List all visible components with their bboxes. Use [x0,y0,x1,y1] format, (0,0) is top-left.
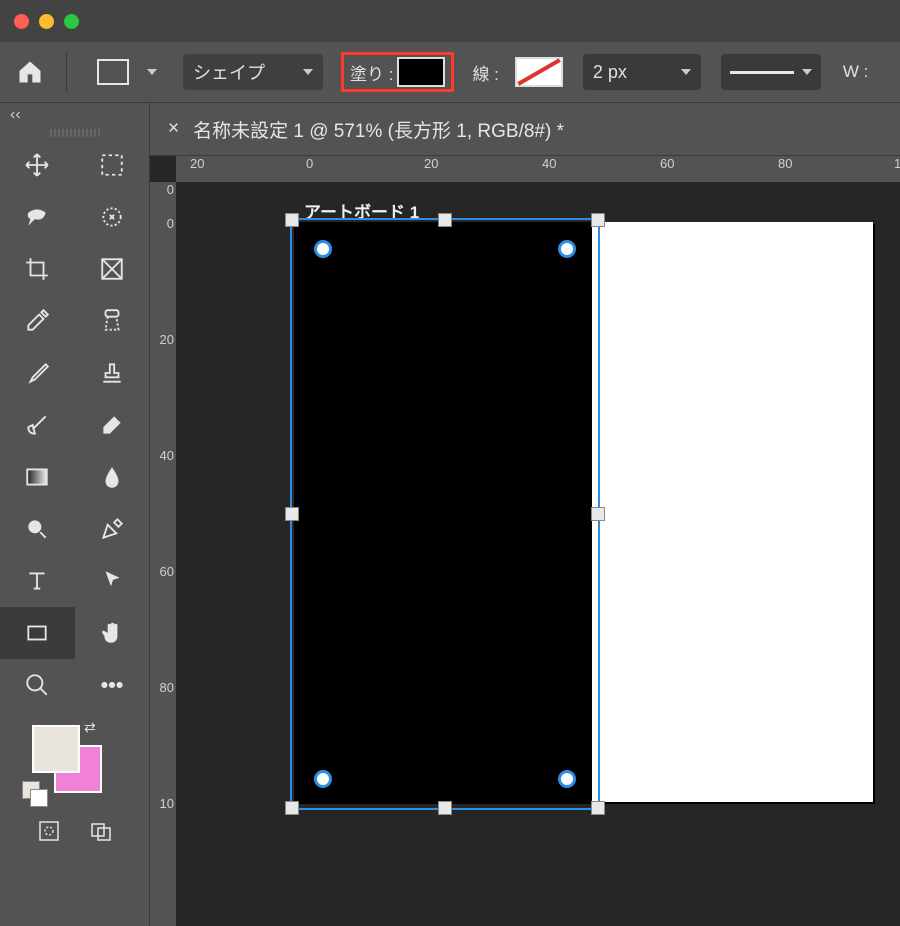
foreground-color-swatch[interactable] [32,725,80,773]
shape-type-swatch[interactable] [97,59,129,85]
chevron-down-icon [147,69,157,75]
canvas-area[interactable]: アートボード 1 [176,182,900,926]
marquee-tool[interactable] [75,139,150,191]
anchor-point[interactable] [558,240,576,258]
ruler-tick: 10 [150,796,176,912]
close-window-button[interactable] [14,14,29,29]
more-tools[interactable] [75,659,150,711]
tab-close-button[interactable]: × [168,118,179,140]
anchor-point[interactable] [314,240,332,258]
resize-handle[interactable] [285,801,299,815]
anchor-point[interactable] [558,770,576,788]
ruler-tick: 0 [150,182,176,216]
ruler-tick: 0 [306,156,313,171]
resize-handle[interactable] [438,213,452,227]
fill-control-highlight: 塗り : [341,52,454,92]
zoom-tool[interactable] [0,659,75,711]
eyedropper-tool[interactable] [0,295,75,347]
ruler-tick: 20 [190,156,204,171]
screenmode-button[interactable] [89,819,113,848]
horizontal-ruler[interactable]: 20 0 20 40 60 80 10 [176,156,900,182]
stroke-width-value: 2 px [593,62,627,83]
zoom-window-button[interactable] [64,14,79,29]
pen-tool[interactable] [75,503,150,555]
panel-grip[interactable] [50,129,100,137]
gradient-tool[interactable] [0,451,75,503]
selection-bounding-box[interactable] [290,218,600,810]
tools-panel: ‹‹ ⇄ [0,103,150,926]
ruler-tick: 20 [150,332,176,448]
type-tool[interactable] [0,555,75,607]
ruler-tick: 10 [894,156,900,171]
fill-color-swatch[interactable] [397,57,445,87]
eraser-tool[interactable] [75,399,150,451]
history-brush-tool[interactable] [0,399,75,451]
edit-mode-row [0,819,149,858]
fill-label: 塗り : [350,60,393,85]
ruler-tick: 40 [542,156,556,171]
color-swatches[interactable]: ⇄ [22,719,149,809]
chevron-down-icon [303,69,313,75]
blur-tool[interactable] [75,451,150,503]
ruler-tick: 80 [778,156,792,171]
collapse-panel-button[interactable]: ‹‹ [0,103,149,127]
resize-handle[interactable] [438,801,452,815]
ruler-tick: 20 [424,156,438,171]
hand-tool[interactable] [75,607,150,659]
crop-tool[interactable] [0,243,75,295]
document-tabbar: × 名称未設定 1 @ 571% (長方形 1, RGB/8#) * [150,103,900,156]
stroke-style-dropdown[interactable] [721,54,821,90]
document-tab-title[interactable]: 名称未設定 1 @ 571% (長方形 1, RGB/8#) * [193,116,564,143]
quickmask-button[interactable] [37,819,61,848]
vertical-ruler[interactable]: 0 0 20 40 60 80 10 [150,182,176,926]
chevron-down-icon [802,69,812,75]
swap-colors-icon[interactable]: ⇄ [84,719,96,736]
resize-handle[interactable] [285,213,299,227]
stroke-width-dropdown[interactable]: 2 px [583,54,701,90]
tool-mode-dropdown[interactable]: シェイプ [183,54,323,90]
selection-brush-tool[interactable] [75,191,150,243]
lasso-tool[interactable] [0,191,75,243]
chevron-down-icon [681,69,691,75]
minimize-window-button[interactable] [39,14,54,29]
default-colors-icon[interactable] [30,789,48,807]
resize-handle[interactable] [285,507,299,521]
options-bar: シェイプ 塗り : 線 : 2 px W : [0,42,900,103]
width-label: W : [843,62,869,82]
ruler-tick: 40 [150,448,176,564]
stroke-label: 線 : [472,60,498,85]
brush-tool[interactable] [0,347,75,399]
ruler-tick: 80 [150,680,176,796]
frame-tool[interactable] [75,243,150,295]
resize-handle[interactable] [591,801,605,815]
window-titlebar [0,0,900,42]
move-tool[interactable] [0,139,75,191]
stroke-color-swatch[interactable] [515,57,563,87]
path-selection-tool[interactable] [75,555,150,607]
resize-handle[interactable] [591,507,605,521]
tool-mode-label: シェイプ [193,59,265,85]
home-button[interactable] [16,58,44,86]
ruler-tick: 60 [150,564,176,680]
ruler-tick: 0 [150,216,176,332]
line-icon [730,71,794,74]
dodge-tool[interactable] [0,503,75,555]
ruler-tick: 60 [660,156,674,171]
stamp-tool[interactable] [75,347,150,399]
anchor-point[interactable] [314,770,332,788]
healing-brush-tool[interactable] [75,295,150,347]
resize-handle[interactable] [591,213,605,227]
rectangle-tool[interactable] [0,607,75,659]
